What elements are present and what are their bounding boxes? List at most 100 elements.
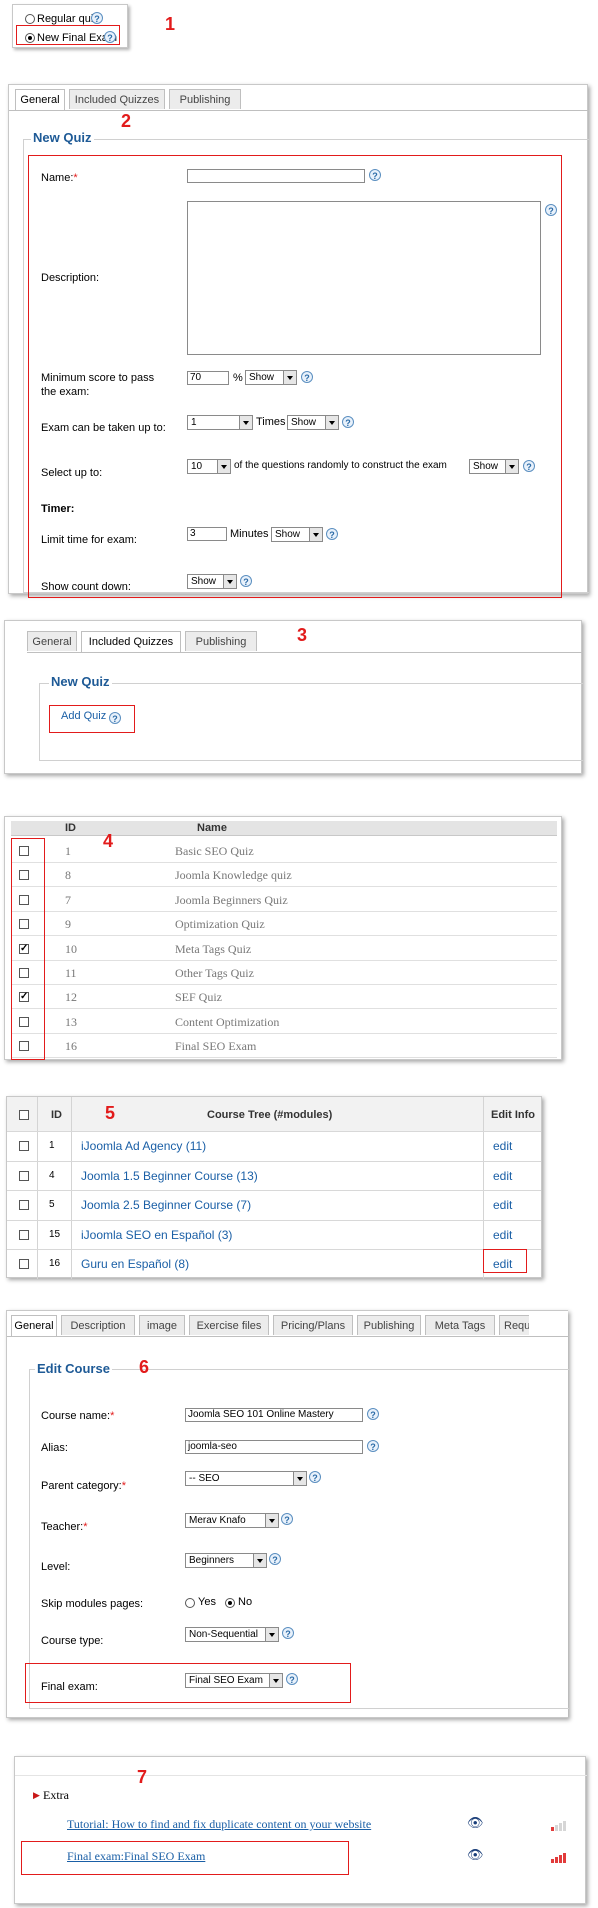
- course-type-select[interactable]: Non-Sequential: [185, 1627, 279, 1642]
- help-icon[interactable]: ?: [282, 1627, 294, 1639]
- extra-top-border: [15, 1775, 587, 1776]
- course-row-link[interactable]: iJoomla SEO en Español (3): [81, 1228, 232, 1242]
- highlight-box: [49, 705, 135, 733]
- row-divider: [11, 1057, 557, 1059]
- highlight-box: [25, 1663, 351, 1703]
- row-divider: [11, 1032, 557, 1034]
- course-row-link[interactable]: Guru en Español (8): [81, 1257, 189, 1271]
- quiz-list-panel: ID Name 4 1 Basic SEO Quiz 8 Joomla Knowled…: [4, 816, 562, 1060]
- step-number-6: 6: [139, 1357, 150, 1377]
- skip-modules-yes-label: Yes: [198, 1596, 216, 1608]
- teacher-label: Teacher:*: [41, 1521, 88, 1533]
- parent-category-label: Parent category:*: [41, 1480, 126, 1492]
- level-select[interactable]: Beginners: [185, 1553, 267, 1568]
- help-icon[interactable]: ?: [367, 1408, 379, 1420]
- tab-general[interactable]: General: [27, 631, 77, 651]
- skip-modules-yes-radio[interactable]: [185, 1598, 195, 1608]
- eye-icon[interactable]: 👁: [467, 1815, 484, 1831]
- course-row-checkbox[interactable]: [19, 1141, 29, 1151]
- skip-modules-no-radio[interactable]: [225, 1598, 235, 1608]
- course-row-id: 4: [49, 1169, 55, 1181]
- step-number-1: 1: [165, 14, 176, 34]
- tab-meta-tags[interactable]: Meta Tags: [425, 1315, 495, 1335]
- row-divider: [11, 1008, 557, 1010]
- course-row-edit-link[interactable]: edit: [493, 1169, 512, 1183]
- course-row-checkbox[interactable]: [19, 1200, 29, 1210]
- course-row-checkbox[interactable]: [19, 1259, 29, 1269]
- tab-description[interactable]: Description: [61, 1315, 135, 1335]
- parent-category-select[interactable]: -- SEO: [185, 1471, 307, 1486]
- step-number-5: 5: [105, 1103, 116, 1123]
- column-header-id: ID: [65, 822, 76, 834]
- course-row-checkbox[interactable]: [19, 1229, 29, 1240]
- table-header: [11, 821, 557, 836]
- select-all-checkbox[interactable]: [19, 1110, 29, 1120]
- help-icon[interactable]: ?: [367, 1440, 379, 1452]
- course-row-checkbox[interactable]: [19, 1170, 29, 1181]
- quiz-row-id: 9: [65, 917, 71, 932]
- row-divider: [11, 862, 557, 863]
- step-number-3: 3: [297, 625, 308, 645]
- tab-exercise-files[interactable]: Exercise files: [189, 1315, 269, 1335]
- tab-divider: [27, 652, 583, 653]
- help-icon[interactable]: ?: [309, 1471, 321, 1483]
- course-row-link[interactable]: Joomla 2.5 Beginner Course (7): [81, 1198, 251, 1212]
- course-row-edit-link[interactable]: edit: [493, 1198, 512, 1212]
- tab-general[interactable]: General: [11, 1315, 57, 1337]
- course-row-link[interactable]: Joomla 1.5 Beginner Course (13): [81, 1169, 258, 1183]
- quiz-row-name: Joomla Knowledge quiz: [175, 868, 292, 883]
- course-row-edit-link[interactable]: edit: [493, 1228, 512, 1242]
- tab-requi[interactable]: Requi: [499, 1315, 529, 1335]
- tab-publishing[interactable]: Publishing: [185, 631, 257, 651]
- tutorial-link[interactable]: Tutorial: How to find and fix duplicate …: [67, 1817, 371, 1832]
- tab-included-quizzes[interactable]: Included Quizzes: [81, 631, 181, 653]
- quiz-row-name: Final SEO Exam: [175, 1039, 257, 1054]
- column-divider: [71, 1097, 72, 1279]
- signal-bars-icon: [551, 1853, 567, 1863]
- tab-image[interactable]: image: [139, 1315, 185, 1335]
- column-header-course-tree: Course Tree (#modules): [207, 1109, 333, 1121]
- alias-label: Alias:: [41, 1442, 68, 1454]
- tab-publishing[interactable]: Publishing: [357, 1315, 421, 1335]
- highlight-box: [11, 838, 45, 1060]
- teacher-select[interactable]: Merav Knafo: [185, 1513, 279, 1528]
- tab-divider: [9, 110, 589, 111]
- course-row-edit-link[interactable]: edit: [493, 1139, 512, 1153]
- row-divider: [7, 1249, 541, 1250]
- skip-modules-no-label: No: [238, 1596, 253, 1608]
- quiz-row-id: 1: [65, 844, 71, 858]
- fieldset-legend: Edit Course: [35, 1361, 112, 1376]
- tab-pricing-plans[interactable]: Pricing/Plans: [273, 1315, 353, 1335]
- help-icon[interactable]: ?: [269, 1553, 281, 1565]
- quiz-row-id: 11: [65, 966, 77, 980]
- course-tree-panel: ID Course Tree (#modules) Edit Info 5 1 i…: [6, 1096, 542, 1279]
- course-row-link[interactable]: iJoomla Ad Agency (11): [81, 1139, 206, 1153]
- eye-icon[interactable]: 👁: [467, 1847, 484, 1863]
- quiz-row-name: Joomla Beginners Quiz: [175, 892, 288, 907]
- course-row-id: 15: [49, 1228, 61, 1240]
- quiz-row-name: Optimization Quiz: [175, 917, 265, 932]
- quiz-row-id: 13: [65, 1014, 77, 1029]
- quiz-row-name: SEF Quiz: [175, 990, 223, 1005]
- included-quizzes-panel: General Included Quizzes Publishing New …: [4, 620, 583, 774]
- row-divider: [7, 1131, 541, 1132]
- course-name-input[interactable]: Joomla SEO 101 Online Mastery: [185, 1408, 363, 1422]
- tab-general[interactable]: General: [15, 89, 65, 111]
- course-row-id: 5: [49, 1199, 55, 1210]
- course-row-id: 1: [49, 1140, 55, 1151]
- triangle-right-icon: ▶: [33, 1790, 40, 1800]
- help-icon[interactable]: ?: [281, 1513, 293, 1525]
- tab-included-quizzes[interactable]: Included Quizzes: [69, 89, 165, 109]
- row-divider: [7, 1190, 541, 1191]
- row-divider: [11, 886, 557, 888]
- highlight-box: [21, 1841, 349, 1875]
- tab-publishing[interactable]: Publishing: [169, 89, 241, 109]
- fieldset-legend: New Quiz: [49, 674, 112, 689]
- alias-input[interactable]: joomla-seo: [185, 1440, 363, 1454]
- regular-quiz-label: Regular quiz: [37, 13, 99, 25]
- regular-quiz-radio[interactable]: [25, 14, 35, 24]
- quiz-row-id: 16: [65, 1039, 77, 1054]
- quiz-row-name: Basic SEO Quiz: [175, 844, 254, 858]
- row-divider: [7, 1160, 541, 1162]
- help-icon[interactable]: ?: [91, 12, 103, 24]
